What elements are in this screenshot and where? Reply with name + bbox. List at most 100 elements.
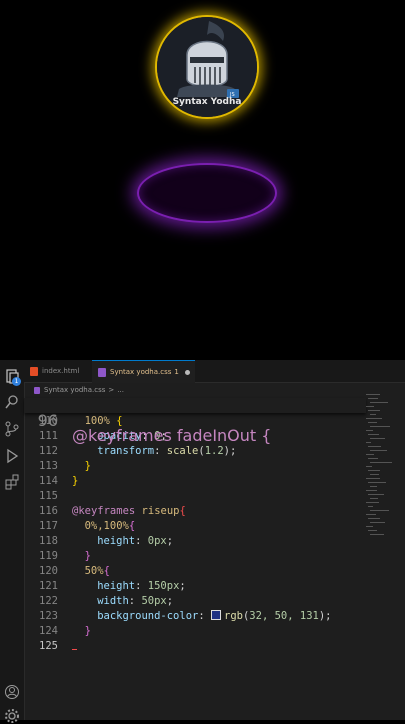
code-token: ; [179, 580, 186, 592]
code-token: : [198, 610, 211, 622]
code-token: } [84, 460, 91, 472]
breadcrumb: Syntax yodha.css > ... [24, 382, 405, 398]
code-text: width: 50px; [97, 594, 173, 609]
minimap-line [368, 494, 384, 495]
minimap-line [368, 434, 379, 435]
line-number: 125 [39, 640, 58, 652]
code-line[interactable]: 120 50%{ [24, 564, 366, 579]
code-line[interactable]: 115 [24, 489, 366, 504]
code-token: @keyframes [72, 505, 136, 517]
source-control-icon[interactable] [4, 421, 20, 437]
code-line[interactable]: 123 background-color: rgb(32, 50, 131); [24, 609, 366, 624]
preview-area: JS Syntax Yodha [0, 0, 405, 360]
code-line[interactable]: 113} [24, 459, 366, 474]
code-text: height: 150px; [97, 579, 186, 594]
logo-text: Syntax Yodha [172, 97, 242, 107]
code-token: 1.2 [204, 445, 224, 457]
code-line[interactable]: 119} [24, 549, 366, 564]
purple-glow-disc [137, 163, 277, 223]
minimap-line [370, 486, 377, 487]
code-token: ; [166, 595, 174, 607]
tab-bar: index.html Syntax yodha.css 1 [24, 360, 405, 383]
code-token: ); [223, 445, 237, 457]
minimap-line [370, 510, 389, 511]
code-text: } [85, 624, 91, 639]
code-token: scale [166, 445, 199, 457]
html-file-icon [30, 366, 38, 376]
code-token: : [128, 595, 142, 607]
code-text: } [72, 474, 78, 489]
code-editor: 1 index.html Syntax yodha.css 1 Syntax y… [0, 360, 405, 723]
code-text [72, 639, 77, 655]
minimap-line [368, 458, 378, 459]
tab-index-html[interactable]: index.html [30, 360, 88, 382]
minimap-line [368, 410, 380, 411]
code-text: 50%{ [85, 564, 110, 579]
minimap-line [366, 478, 380, 479]
line-number: 118 [39, 535, 58, 547]
code-line[interactable]: 124} [24, 624, 366, 639]
code-token: 0%,100% [84, 520, 129, 532]
code-text: background-color: rgb(32, 50, 131); [97, 609, 332, 624]
code-text: } [85, 549, 91, 564]
unsaved-dot-icon[interactable] [184, 369, 190, 375]
account-icon[interactable] [4, 684, 20, 700]
code-token: 150px [147, 580, 180, 592]
sticky-code-text: @keyframes fadeInOut { [72, 426, 272, 445]
run-debug-icon[interactable] [4, 448, 20, 464]
breadcrumb-file[interactable]: Syntax yodha.css [44, 386, 105, 394]
breadcrumb-rest[interactable]: ... [117, 386, 124, 394]
code-text: transform: scale(1.2); [97, 444, 236, 459]
code-token: 32, 50, 131 [249, 610, 319, 622]
code-line[interactable]: 121 height: 150px; [24, 579, 366, 594]
code-token: height [97, 535, 136, 547]
line-number: 116 [39, 505, 58, 517]
code-token: ; [166, 535, 174, 547]
code-line[interactable]: 125 [24, 639, 366, 654]
minimap-line [366, 418, 382, 419]
minimap-line [370, 534, 384, 535]
code-token: 0px [147, 535, 167, 547]
minimap-line [370, 438, 385, 439]
minimap[interactable] [366, 390, 405, 710]
code-token: } [72, 475, 79, 487]
line-number: 121 [39, 580, 58, 592]
minimap-line [366, 454, 374, 455]
css-file-icon [34, 386, 40, 394]
code-token: riseup [141, 505, 180, 517]
search-icon[interactable] [4, 394, 20, 410]
tab-modified-count: 1 [174, 368, 179, 376]
code-line[interactable]: 122 width: 50px; [24, 594, 366, 609]
tab-syntax-yodha-css[interactable]: Syntax yodha.css 1 [92, 360, 195, 383]
line-number: 113 [39, 460, 58, 472]
color-swatch-icon[interactable] [211, 610, 221, 620]
breadcrumb-separator: > [108, 386, 115, 394]
minimap-line [366, 394, 380, 395]
code-token: { [179, 505, 186, 517]
code-token: 50px [141, 595, 167, 607]
code-line[interactable]: 112 transform: scale(1.2); [24, 444, 366, 459]
code-line[interactable]: 116 @keyframes riseup{ [24, 504, 366, 519]
code-line[interactable]: 118 height: 0px; [24, 534, 366, 549]
code-token: ); [318, 610, 332, 622]
extensions-icon[interactable] [4, 474, 20, 490]
code-token: rgb [224, 610, 243, 622]
code-token: : [135, 580, 148, 592]
line-number: 96 [37, 411, 58, 430]
line-number: 124 [39, 625, 58, 637]
minimap-line [368, 530, 377, 531]
minimap-line [370, 402, 388, 403]
sticky-scroll-header[interactable]: 96 @keyframes fadeInOut { [24, 398, 366, 444]
code-line[interactable]: 117 0%,100%{ [24, 519, 366, 534]
line-number: 115 [39, 490, 58, 502]
line-number: 119 [39, 550, 58, 562]
code-text: @keyframes riseup{ [72, 504, 186, 519]
minimap-line [368, 446, 381, 447]
settings-gear-icon[interactable] [4, 708, 20, 724]
explorer-badge: 1 [12, 377, 21, 386]
code-line[interactable]: 114} [24, 474, 366, 489]
code-token: background-color [97, 610, 199, 622]
minimap-line [368, 518, 380, 519]
minimap-line [368, 482, 386, 483]
error-squiggle [72, 639, 77, 650]
